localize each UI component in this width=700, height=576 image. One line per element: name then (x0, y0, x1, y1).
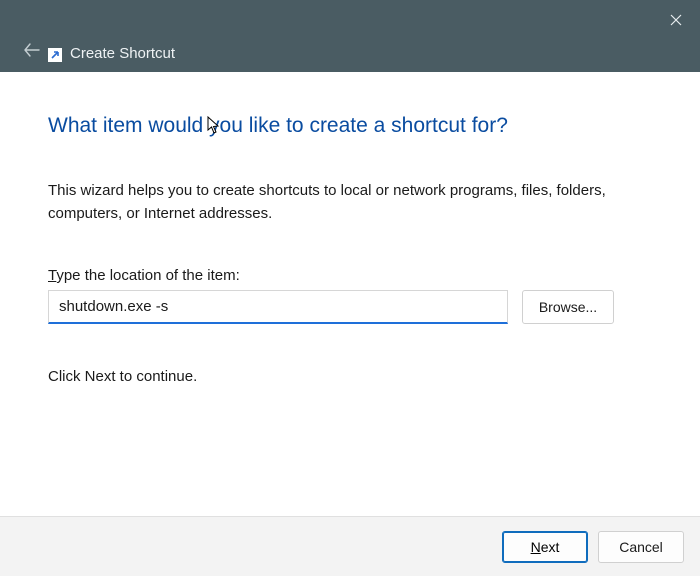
continue-hint: Click Next to continue. (48, 368, 652, 385)
cancel-button[interactable]: Cancel (598, 531, 684, 563)
back-arrow-icon (24, 43, 40, 57)
titlebar: Create Shortcut (0, 0, 700, 72)
wizard-footer: Next Cancel (0, 516, 700, 576)
back-button[interactable] (22, 40, 42, 60)
shortcut-icon (48, 48, 62, 62)
location-label: Type the location of the item: (48, 267, 652, 284)
wizard-description: This wizard helps you to create shortcut… (48, 180, 652, 225)
window-title: Create Shortcut (70, 45, 175, 62)
close-button[interactable] (660, 6, 692, 34)
next-button[interactable]: Next (502, 531, 588, 563)
browse-button[interactable]: Browse... (522, 290, 614, 324)
location-row: Browse... (48, 290, 652, 324)
location-input[interactable] (48, 290, 508, 324)
page-heading: What item would you like to create a sho… (48, 114, 652, 138)
close-icon (670, 14, 682, 26)
wizard-content: What item would you like to create a sho… (0, 72, 700, 516)
